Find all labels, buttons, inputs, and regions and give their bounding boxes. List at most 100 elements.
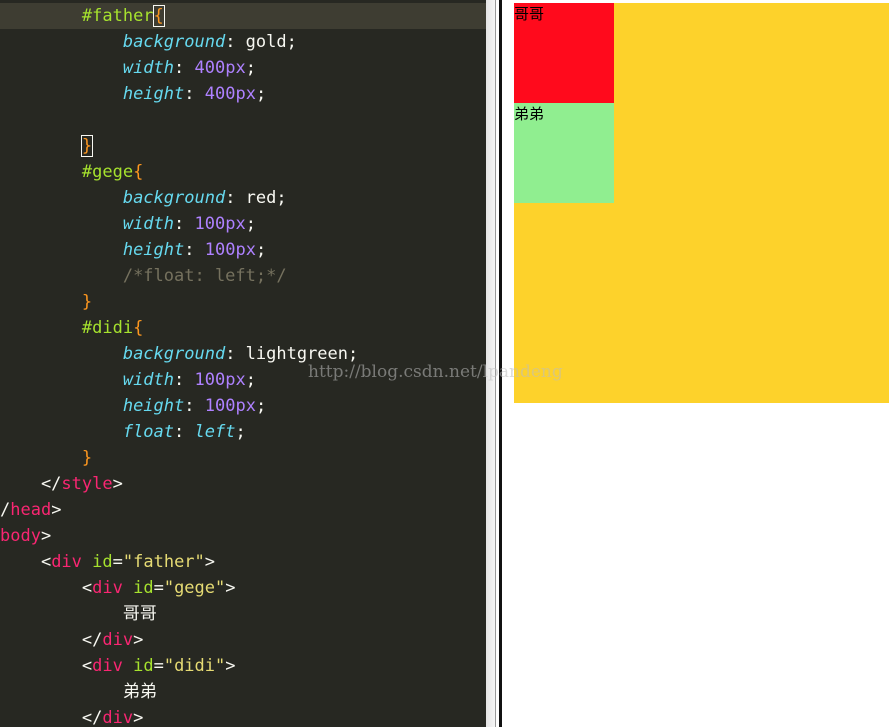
code-token: : <box>184 84 205 104</box>
father-box: 哥哥 弟弟 <box>514 3 889 403</box>
code-token: px <box>235 396 256 416</box>
code-line[interactable]: <div id="gege"> <box>0 575 486 601</box>
code-token: id <box>133 578 154 598</box>
code-token: height <box>122 240 185 260</box>
code-token: } <box>81 448 93 468</box>
code-line[interactable]: #father{ <box>0 3 486 29</box>
code-line[interactable]: /head> <box>0 497 486 523</box>
code-line[interactable]: #didi{ <box>0 315 486 341</box>
code-token: </ <box>0 708 103 727</box>
code-token: left <box>194 422 236 442</box>
code-token: { <box>133 162 144 182</box>
code-token: { <box>152 5 165 27</box>
code-token: background <box>122 344 226 364</box>
code-token: px <box>235 240 256 260</box>
code-line[interactable]: background: lightgreen; <box>0 341 486 367</box>
code-token: ; <box>255 396 267 416</box>
code-line[interactable]: width: 400px; <box>0 55 486 81</box>
code-line[interactable]: } <box>0 289 486 315</box>
code-token: > <box>204 552 216 572</box>
code-token: ; <box>235 422 246 442</box>
code-line[interactable]: height: 100px; <box>0 393 486 419</box>
code-line[interactable]: } <box>0 445 486 471</box>
code-line[interactable]: </div> <box>0 705 486 727</box>
code-token: width <box>122 214 175 234</box>
code-token: px <box>235 84 256 104</box>
code-token: ; <box>245 214 256 234</box>
code-token: "didi" <box>163 656 226 676</box>
code-line[interactable]: width: 100px; <box>0 367 486 393</box>
code-line[interactable] <box>0 107 486 133</box>
code-token: : <box>174 214 195 234</box>
code-token: /*float: left;*/ <box>122 266 287 286</box>
code-line[interactable]: body> <box>0 523 486 549</box>
code-token: > <box>112 474 123 494</box>
code-token: px <box>225 370 246 390</box>
code-token: background <box>122 32 226 52</box>
code-token: 哥哥 <box>0 604 157 624</box>
code-line[interactable]: <div id="father"> <box>0 549 486 575</box>
code-token: div <box>102 630 134 650</box>
code-line[interactable]: } <box>0 133 486 159</box>
code-line[interactable]: <div id="didi"> <box>0 653 486 679</box>
pane-splitter[interactable] <box>486 0 506 727</box>
code-line[interactable]: background: gold; <box>0 29 486 55</box>
code-token: 400 <box>194 58 226 78</box>
code-token: px <box>225 58 246 78</box>
code-token: background <box>122 188 226 208</box>
code-line[interactable]: height: 100px; <box>0 237 486 263</box>
code-token: "gege" <box>163 578 226 598</box>
code-token: ; <box>245 58 256 78</box>
splitter-line <box>499 0 502 727</box>
code-token: height <box>122 396 185 416</box>
code-token: body <box>0 526 41 546</box>
code-line[interactable]: background: red; <box>0 185 486 211</box>
code-line[interactable]: #gege{ <box>0 159 486 185</box>
code-token: : <box>174 58 195 78</box>
code-token: > <box>133 708 144 727</box>
gege-label: 哥哥 <box>514 5 545 23</box>
code-line[interactable]: 弟弟 <box>0 679 486 705</box>
code-token: : <box>174 370 195 390</box>
code-line[interactable]: 哥哥 <box>0 601 486 627</box>
code-token: 100 <box>204 240 236 260</box>
code-line[interactable]: </div> <box>0 627 486 653</box>
code-token: : <box>174 422 195 442</box>
code-token: head <box>10 500 52 520</box>
code-token: div <box>51 552 82 572</box>
code-token: } <box>80 135 94 157</box>
code-line[interactable]: float: left; <box>0 419 486 445</box>
code-token: style <box>61 474 113 494</box>
code-token: div <box>102 708 134 727</box>
code-token: width <box>122 58 175 78</box>
splitter-handle[interactable] <box>486 0 496 727</box>
code-token: > <box>51 500 62 520</box>
code-token: float <box>122 422 175 442</box>
didi-label: 弟弟 <box>514 105 545 123</box>
code-line[interactable]: width: 100px; <box>0 211 486 237</box>
code-token: { <box>133 318 144 338</box>
browser-preview: 哥哥 弟弟 <box>506 0 889 727</box>
code-token: : <box>184 240 205 260</box>
code-token: id <box>92 552 113 572</box>
code-token: height <box>122 84 185 104</box>
code-token: 100 <box>194 214 226 234</box>
code-line[interactable]: /*float: left;*/ <box>0 263 486 289</box>
code-token: 弟弟 <box>0 682 157 702</box>
code-editor[interactable]: #father{ background: gold; width: 400px;… <box>0 0 486 727</box>
code-line[interactable]: height: 400px; <box>0 81 486 107</box>
code-token: px <box>225 214 246 234</box>
code-token: #gege <box>81 162 134 182</box>
code-line[interactable]: </style> <box>0 471 486 497</box>
gege-box: 哥哥 <box>514 3 614 103</box>
